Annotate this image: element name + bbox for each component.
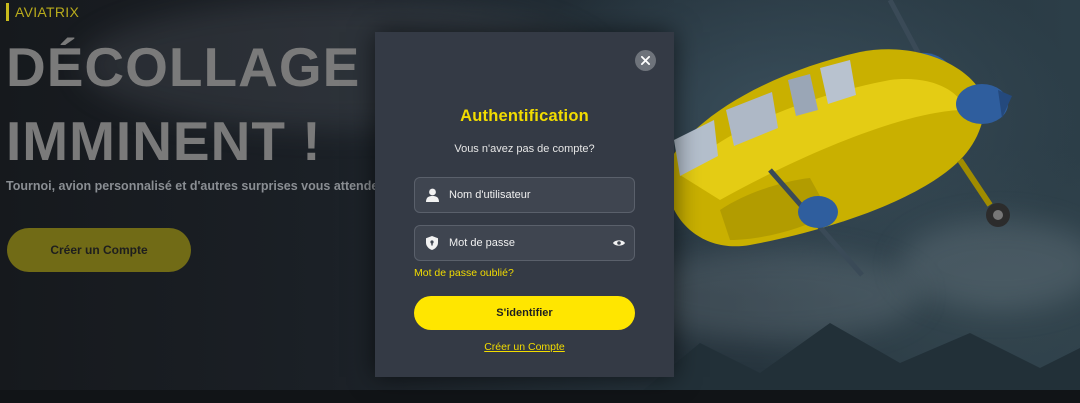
modal-title: Authentification (460, 107, 589, 125)
username-input[interactable] (449, 189, 634, 201)
create-account-button[interactable]: Créer un Compte (7, 228, 191, 272)
password-field[interactable] (414, 225, 635, 261)
close-button[interactable] (635, 50, 656, 71)
username-field[interactable] (414, 177, 635, 213)
hero-subtitle: Tournoi, avion personnalisé et d'autres … (6, 179, 386, 193)
ground-strip (0, 390, 1080, 403)
signup-link[interactable]: Créer un Compte (375, 341, 674, 353)
airplane-illustration (670, 0, 1012, 277)
forgot-password-link[interactable]: Mot de passe oublié? (414, 267, 514, 279)
user-icon (415, 178, 449, 212)
eye-icon[interactable] (604, 226, 634, 260)
shield-icon (415, 226, 449, 260)
close-icon (641, 56, 650, 65)
login-button[interactable]: S'identifier (414, 296, 635, 330)
mountains-illustration (640, 323, 1080, 393)
password-input[interactable] (449, 237, 604, 249)
brand-label: AVIATRIX (6, 3, 79, 21)
modal-subtitle: Vous n'avez pas de compte? (454, 143, 595, 155)
hero-title: DÉCOLLAGE IMMINENT ! (6, 36, 361, 172)
login-modal: Authentification Vous n'avez pas de comp… (375, 32, 674, 377)
